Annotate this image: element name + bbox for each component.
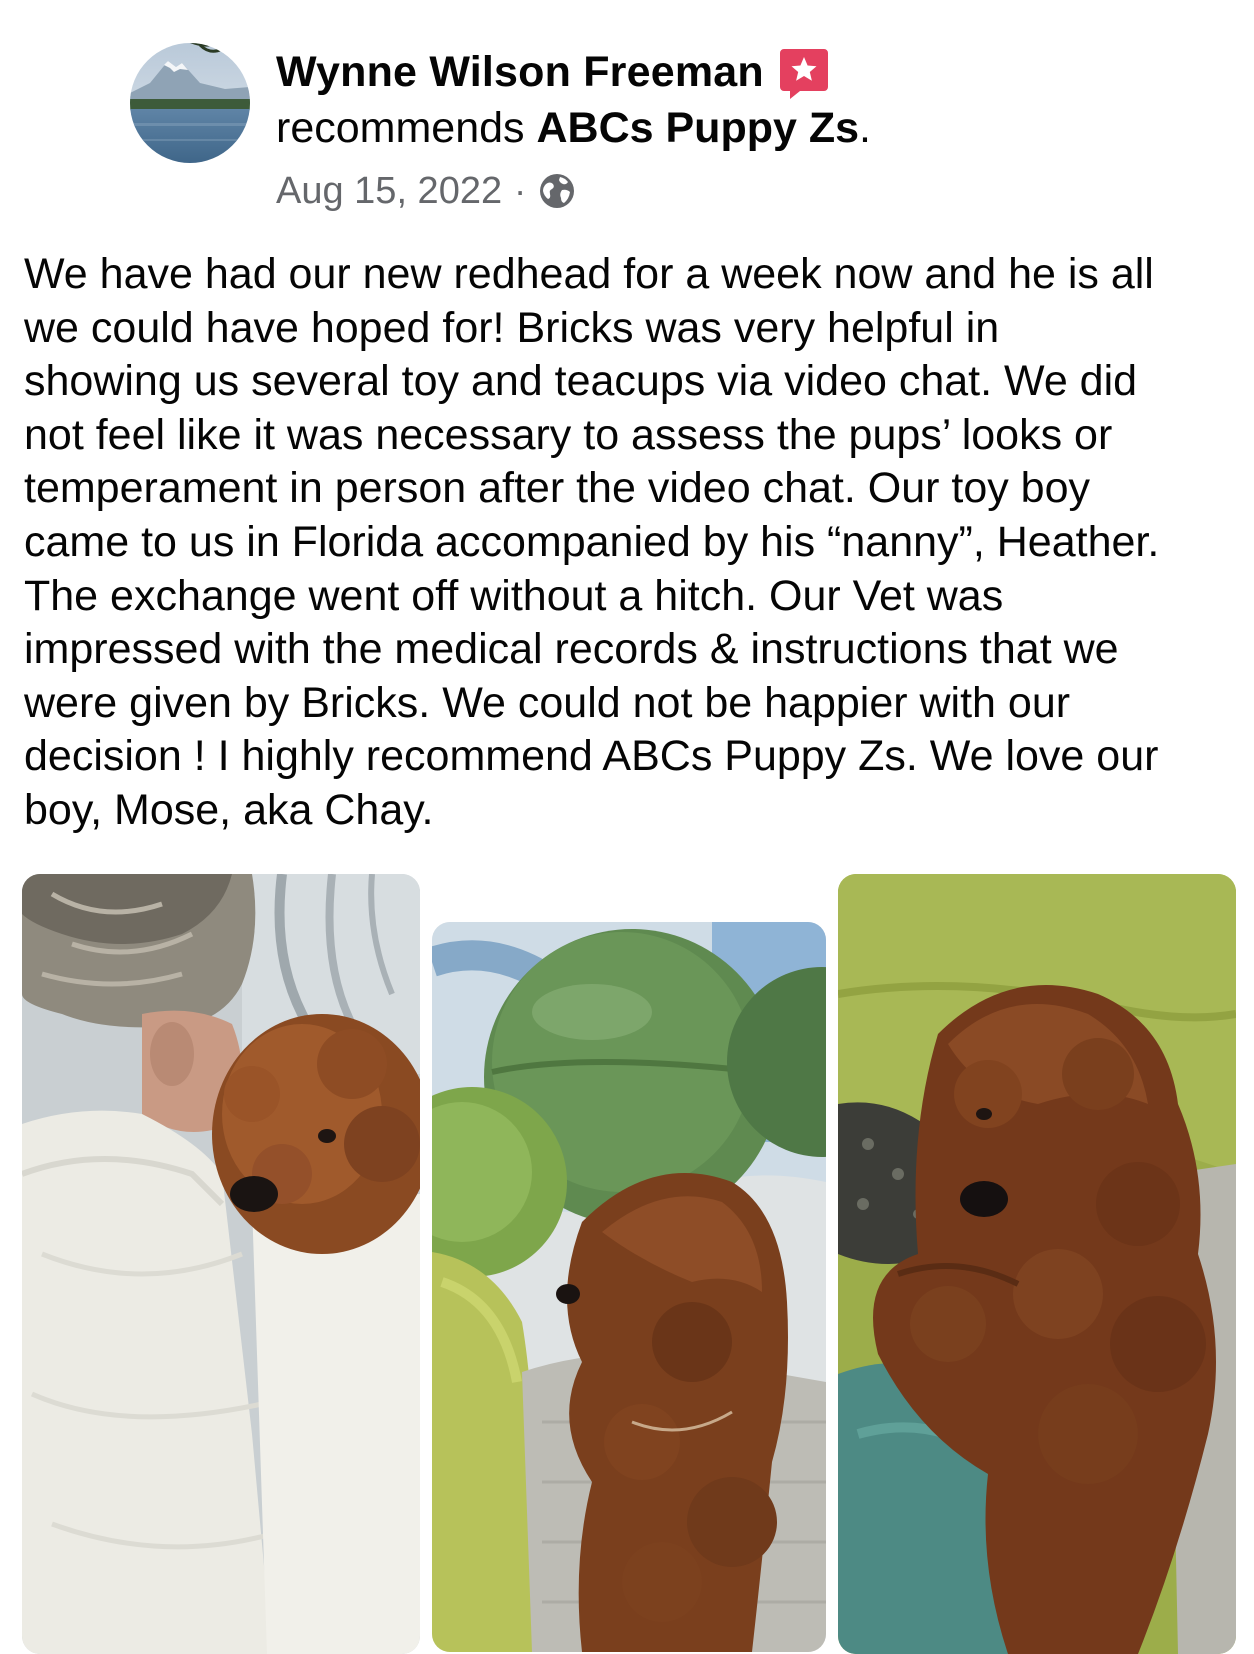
post-body: We have had our new redhead for a week n… [24,248,1234,838]
post-body-line: We have had our new redhead for a week n… [24,250,1154,298]
post-body-line: The exchange went off without a hitch. O… [24,571,1004,620]
recommend-star-icon [778,47,830,101]
post-body-line: were given by Bricks. We could not be ha… [24,678,1071,727]
post-body-line: showing us several toy and teacups via v… [24,357,1138,406]
recommend-verb: recommends [276,104,525,152]
post-photo-3[interactable] [838,874,1236,1654]
post-body-line: came to us in Florida accompanied by his… [24,517,1160,566]
puppy-hug-photo-icon [22,874,420,1654]
post-body-line: impressed with the medical records & ins… [24,625,1119,674]
author-line: Wynne Wilson Freeman [276,44,830,100]
puppy-couch-photo-icon [838,874,1236,1654]
post-body-line: temperament in person after the video ch… [24,464,1091,513]
post-meta: Aug 15, 2022 · [276,166,576,216]
recommendation-post: Wynne Wilson Freeman recommends ABCs Pup… [0,0,1254,1654]
puppy-profile-photo-icon [432,922,826,1652]
post-photo-1[interactable] [22,874,420,1654]
author-name[interactable]: Wynne Wilson Freeman [276,48,764,97]
post-body-line: boy, Mose, aka Chay. [24,785,434,834]
author-avatar[interactable] [130,43,250,163]
post-date[interactable]: Aug 15, 2022 [276,170,502,213]
post-body-line: we could have hoped for! Bricks was very… [24,303,1000,352]
post-photo-2[interactable] [432,922,826,1652]
post-body-line: not feel like it was necessary to assess… [24,410,1113,459]
recommend-punctuation: . [859,104,871,152]
globe-icon[interactable] [538,172,576,210]
meta-separator: · [514,170,527,211]
recommended-page-link[interactable]: ABCs Puppy Zs [536,104,859,152]
recommendation-line: recommends ABCs Puppy Zs. [276,104,871,153]
mountain-lake-avatar-icon [130,43,250,163]
post-body-line: decision ! I highly recommend ABCs Puppy… [24,732,1159,781]
